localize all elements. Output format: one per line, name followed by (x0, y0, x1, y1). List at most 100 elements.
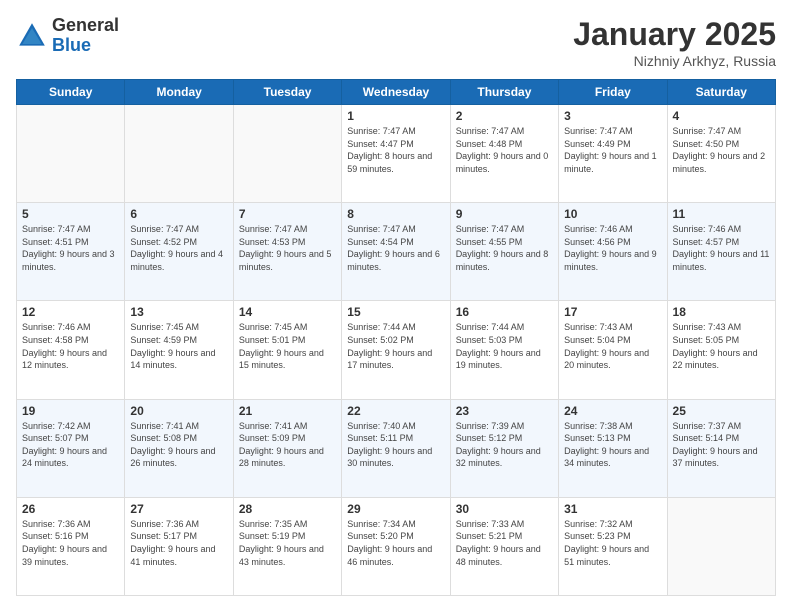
day-info: Sunrise: 7:47 AM Sunset: 4:48 PM Dayligh… (456, 125, 553, 175)
week-row-0: 1 Sunrise: 7:47 AM Sunset: 4:47 PM Daylig… (17, 105, 776, 203)
day-cell (17, 105, 125, 203)
day-cell: 9 Sunrise: 7:47 AM Sunset: 4:55 PM Daylig… (450, 203, 558, 301)
day-cell: 19Sunrise: 7:42 AM Sunset: 5:07 PM Dayli… (17, 399, 125, 497)
week-row-1: 5Sunrise: 7:47 AM Sunset: 4:51 PM Daylig… (17, 203, 776, 301)
day-cell (233, 105, 341, 203)
day-number: 19 (22, 404, 119, 418)
calendar-table: SundayMondayTuesdayWednesdayThursdayFrid… (16, 79, 776, 596)
day-cell: 22 Sunrise: 7:40 AM Sunset: 5:11 PM Dayli… (342, 399, 450, 497)
day-cell: 7 Sunrise: 7:47 AM Sunset: 4:53 PM Daylig… (233, 203, 341, 301)
day-info: Sunrise: 7:47 AM Sunset: 4:52 PM Dayligh… (130, 223, 227, 273)
day-cell: 27Sunrise: 7:36 AM Sunset: 5:17 PM Dayli… (125, 497, 233, 595)
day-cell (125, 105, 233, 203)
day-cell: 28Sunrise: 7:35 AM Sunset: 5:19 PM Dayli… (233, 497, 341, 595)
day-cell: 20 Sunrise: 7:41 AM Sunset: 5:08 PM Dayli… (125, 399, 233, 497)
day-number: 30 (456, 502, 553, 516)
day-cell: 13Sunrise: 7:45 AM Sunset: 4:59 PM Dayli… (125, 301, 233, 399)
day-cell: 24Sunrise: 7:38 AM Sunset: 5:13 PM Dayli… (559, 399, 667, 497)
day-cell: 14Sunrise: 7:45 AM Sunset: 5:01 PM Dayli… (233, 301, 341, 399)
day-number: 6 (130, 207, 227, 221)
day-number: 1 (347, 109, 444, 123)
day-info: Sunrise: 7:43 AM Sunset: 5:04 PM Dayligh… (564, 321, 661, 371)
day-header-saturday: Saturday (667, 80, 775, 105)
day-cell: 18Sunrise: 7:43 AM Sunset: 5:05 PM Dayli… (667, 301, 775, 399)
day-cell: 1 Sunrise: 7:47 AM Sunset: 4:47 PM Daylig… (342, 105, 450, 203)
day-info: Sunrise: 7:40 AM Sunset: 5:11 PM Dayligh… (347, 420, 444, 470)
logo-icon (16, 20, 48, 52)
day-cell: 10Sunrise: 7:46 AM Sunset: 4:56 PM Dayli… (559, 203, 667, 301)
day-cell: 4 Sunrise: 7:47 AM Sunset: 4:50 PM Daylig… (667, 105, 775, 203)
day-cell: 12Sunrise: 7:46 AM Sunset: 4:58 PM Dayli… (17, 301, 125, 399)
day-number: 16 (456, 305, 553, 319)
logo-blue-text: Blue (52, 36, 119, 56)
day-header-wednesday: Wednesday (342, 80, 450, 105)
logo: General Blue (16, 16, 119, 56)
day-number: 4 (673, 109, 770, 123)
day-cell: 26 Sunrise: 7:36 AM Sunset: 5:16 PM Dayli… (17, 497, 125, 595)
calendar-title: January 2025 (573, 16, 776, 53)
day-number: 15 (347, 305, 444, 319)
title-block: January 2025 Nizhniy Arkhyz, Russia (573, 16, 776, 69)
day-info: Sunrise: 7:47 AM Sunset: 4:55 PM Dayligh… (456, 223, 553, 273)
page: General Blue January 2025 Nizhniy Arkhyz… (0, 0, 792, 612)
day-info: Sunrise: 7:34 AM Sunset: 5:20 PM Dayligh… (347, 518, 444, 568)
day-number: 20 (130, 404, 227, 418)
day-header-tuesday: Tuesday (233, 80, 341, 105)
day-info: Sunrise: 7:37 AM Sunset: 5:14 PM Dayligh… (673, 420, 770, 470)
day-cell: 17 Sunrise: 7:43 AM Sunset: 5:04 PM Dayli… (559, 301, 667, 399)
day-cell: 6 Sunrise: 7:47 AM Sunset: 4:52 PM Daylig… (125, 203, 233, 301)
day-cell: 23 Sunrise: 7:39 AM Sunset: 5:12 PM Dayli… (450, 399, 558, 497)
day-number: 26 (22, 502, 119, 516)
day-info: Sunrise: 7:33 AM Sunset: 5:21 PM Dayligh… (456, 518, 553, 568)
week-row-4: 26 Sunrise: 7:36 AM Sunset: 5:16 PM Dayli… (17, 497, 776, 595)
day-number: 22 (347, 404, 444, 418)
day-number: 7 (239, 207, 336, 221)
day-cell: 25 Sunrise: 7:37 AM Sunset: 5:14 PM Dayli… (667, 399, 775, 497)
day-info: Sunrise: 7:36 AM Sunset: 5:16 PM Dayligh… (22, 518, 119, 568)
day-number: 11 (673, 207, 770, 221)
header-row: SundayMondayTuesdayWednesdayThursdayFrid… (17, 80, 776, 105)
logo-general-text: General (52, 16, 119, 36)
day-info: Sunrise: 7:39 AM Sunset: 5:12 PM Dayligh… (456, 420, 553, 470)
day-info: Sunrise: 7:35 AM Sunset: 5:19 PM Dayligh… (239, 518, 336, 568)
week-row-2: 12Sunrise: 7:46 AM Sunset: 4:58 PM Dayli… (17, 301, 776, 399)
day-cell: 31 Sunrise: 7:32 AM Sunset: 5:23 PM Dayli… (559, 497, 667, 595)
day-info: Sunrise: 7:47 AM Sunset: 4:51 PM Dayligh… (22, 223, 119, 273)
day-info: Sunrise: 7:38 AM Sunset: 5:13 PM Dayligh… (564, 420, 661, 470)
day-info: Sunrise: 7:41 AM Sunset: 5:08 PM Dayligh… (130, 420, 227, 470)
day-number: 17 (564, 305, 661, 319)
logo-text: General Blue (52, 16, 119, 56)
day-info: Sunrise: 7:44 AM Sunset: 5:03 PM Dayligh… (456, 321, 553, 371)
day-number: 9 (456, 207, 553, 221)
day-info: Sunrise: 7:32 AM Sunset: 5:23 PM Dayligh… (564, 518, 661, 568)
day-number: 27 (130, 502, 227, 516)
day-number: 21 (239, 404, 336, 418)
day-cell: 2 Sunrise: 7:47 AM Sunset: 4:48 PM Daylig… (450, 105, 558, 203)
day-number: 23 (456, 404, 553, 418)
day-cell: 8Sunrise: 7:47 AM Sunset: 4:54 PM Daylig… (342, 203, 450, 301)
day-number: 2 (456, 109, 553, 123)
day-info: Sunrise: 7:47 AM Sunset: 4:50 PM Dayligh… (673, 125, 770, 175)
day-info: Sunrise: 7:47 AM Sunset: 4:47 PM Dayligh… (347, 125, 444, 175)
day-cell: 16 Sunrise: 7:44 AM Sunset: 5:03 PM Dayli… (450, 301, 558, 399)
day-info: Sunrise: 7:45 AM Sunset: 4:59 PM Dayligh… (130, 321, 227, 371)
day-info: Sunrise: 7:47 AM Sunset: 4:49 PM Dayligh… (564, 125, 661, 175)
day-header-monday: Monday (125, 80, 233, 105)
day-info: Sunrise: 7:46 AM Sunset: 4:56 PM Dayligh… (564, 223, 661, 273)
day-cell: 3Sunrise: 7:47 AM Sunset: 4:49 PM Daylig… (559, 105, 667, 203)
day-info: Sunrise: 7:41 AM Sunset: 5:09 PM Dayligh… (239, 420, 336, 470)
day-cell (667, 497, 775, 595)
day-cell: 21 Sunrise: 7:41 AM Sunset: 5:09 PM Dayli… (233, 399, 341, 497)
day-number: 25 (673, 404, 770, 418)
day-header-thursday: Thursday (450, 80, 558, 105)
day-number: 31 (564, 502, 661, 516)
day-info: Sunrise: 7:47 AM Sunset: 4:53 PM Dayligh… (239, 223, 336, 273)
day-header-sunday: Sunday (17, 80, 125, 105)
day-info: Sunrise: 7:44 AM Sunset: 5:02 PM Dayligh… (347, 321, 444, 371)
day-number: 18 (673, 305, 770, 319)
week-row-3: 19Sunrise: 7:42 AM Sunset: 5:07 PM Dayli… (17, 399, 776, 497)
day-cell: 30 Sunrise: 7:33 AM Sunset: 5:21 PM Dayli… (450, 497, 558, 595)
day-number: 29 (347, 502, 444, 516)
day-cell: 5Sunrise: 7:47 AM Sunset: 4:51 PM Daylig… (17, 203, 125, 301)
day-number: 8 (347, 207, 444, 221)
